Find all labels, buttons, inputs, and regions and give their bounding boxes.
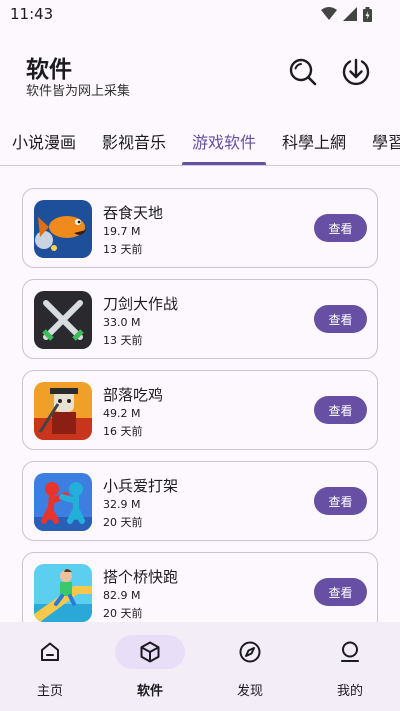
app-name: 刀剑大作战 [103, 295, 179, 313]
tab-vpn[interactable]: 科學上網 [282, 118, 346, 164]
tab-games-software[interactable]: 游戏软件 [192, 118, 256, 164]
view-button[interactable]: 查看 [314, 305, 367, 333]
wifi-icon [321, 7, 337, 20]
nav-pill [15, 635, 85, 669]
app-date: 20 天前 [103, 516, 143, 529]
nav-label: 发现 [236, 684, 263, 699]
app-size: 49.2 M [103, 407, 141, 420]
status-time: 11:43 [10, 5, 54, 23]
view-button[interactable]: 查看 [314, 396, 367, 424]
app-list[interactable]: 吞食天地 19.7 M 13 天前 查看 刀剑大作战 33.0 M 13 天前 … [0, 166, 400, 622]
tab-novels-comics[interactable]: 小说漫画 [12, 118, 76, 164]
app-header: 软件 软件皆为网上采集 [0, 44, 400, 108]
app-size: 19.7 M [103, 225, 141, 238]
list-item[interactable]: 小兵爱打架 32.9 M 20 天前 查看 [22, 461, 378, 541]
app-date: 20 天前 [103, 607, 143, 620]
category-tabs: 小说漫画 影视音乐 游戏软件 科學上網 學習 [0, 118, 400, 166]
compass-icon [239, 641, 261, 663]
nav-pill [315, 635, 385, 669]
list-item[interactable]: 搭个桥快跑 82.9 M 20 天前 查看 [22, 552, 378, 622]
tab-video-music[interactable]: 影视音乐 [102, 118, 166, 164]
download-button[interactable] [338, 54, 374, 90]
home-icon [41, 642, 59, 661]
nav-pill [215, 635, 285, 669]
nav-pill [115, 635, 185, 669]
view-button[interactable]: 查看 [314, 578, 367, 606]
tab-study[interactable]: 學習 [372, 118, 400, 164]
app-date: 13 天前 [103, 334, 143, 347]
signal-icon [343, 7, 357, 21]
list-item[interactable]: 刀剑大作战 33.0 M 13 天前 查看 [22, 279, 378, 359]
crossed-swords-icon [34, 291, 92, 349]
battery-icon [363, 6, 372, 22]
nav-label: 软件 [136, 684, 163, 699]
nav-label: 我的 [336, 684, 363, 699]
user-icon [341, 641, 359, 662]
active-tab-indicator [182, 162, 266, 165]
nav-label: 主页 [36, 684, 63, 699]
fish-game-icon [34, 200, 92, 258]
page-title: 软件 [26, 57, 72, 83]
app-name: 搭个桥快跑 [103, 568, 179, 586]
nav-home[interactable]: 主页 [0, 622, 100, 711]
nav-software[interactable]: 软件 [100, 622, 200, 711]
search-icon [289, 58, 317, 86]
nav-profile[interactable]: 我的 [300, 622, 400, 711]
search-button[interactable] [285, 54, 321, 90]
bottom-navigation: 主页 软件 发现 我的 [0, 622, 400, 711]
app-name: 吞食天地 [103, 204, 164, 222]
view-button[interactable]: 查看 [314, 214, 367, 242]
app-name: 部落吃鸡 [103, 386, 164, 404]
stickman-fight-icon [34, 473, 92, 531]
app-name: 小兵爱打架 [103, 477, 179, 495]
download-icon [342, 58, 370, 86]
cube-icon [140, 641, 160, 663]
warrior-game-icon [34, 382, 92, 440]
nav-discover[interactable]: 发现 [200, 622, 300, 711]
list-item[interactable]: 吞食天地 19.7 M 13 天前 查看 [22, 188, 378, 268]
app-size: 33.0 M [103, 316, 141, 329]
app-date: 16 天前 [103, 425, 143, 438]
app-size: 32.9 M [103, 498, 141, 511]
page-subtitle: 软件皆为网上采集 [26, 84, 131, 99]
list-item[interactable]: 部落吃鸡 49.2 M 16 天前 查看 [22, 370, 378, 450]
app-date: 13 天前 [103, 243, 143, 256]
status-icons [321, 6, 372, 22]
view-button[interactable]: 查看 [314, 487, 367, 515]
app-size: 82.9 M [103, 589, 141, 602]
bridge-runner-icon [34, 564, 92, 622]
status-bar: 11:43 [0, 0, 400, 28]
